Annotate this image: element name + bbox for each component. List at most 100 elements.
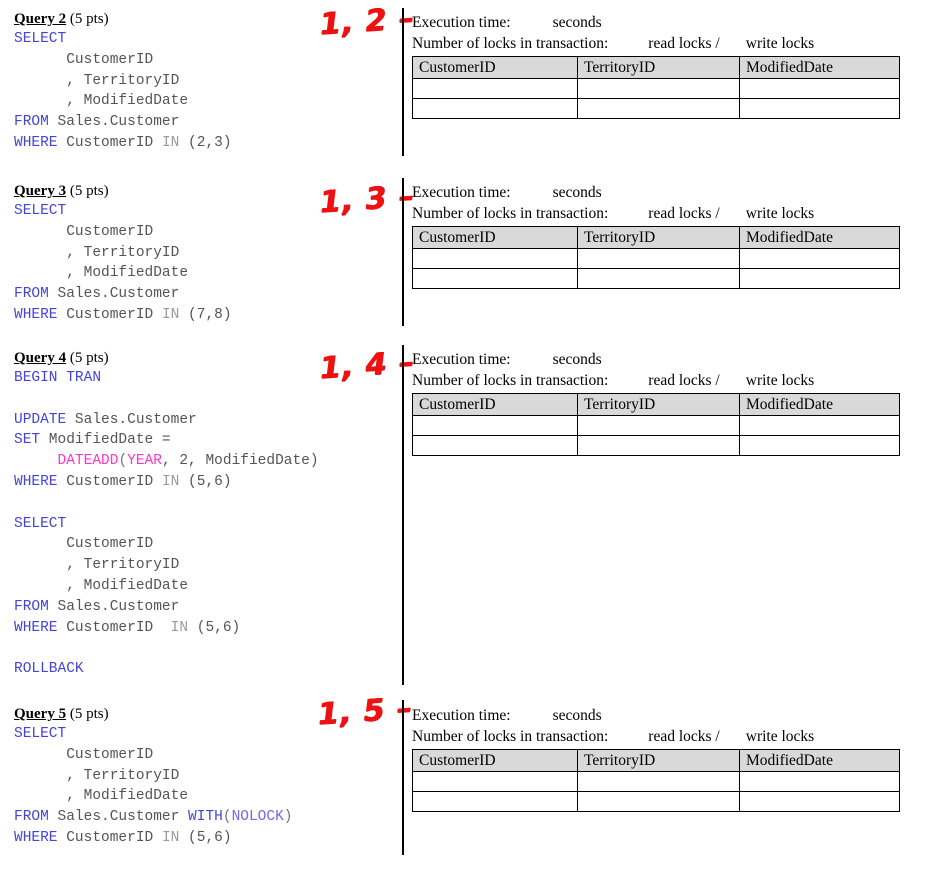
code-token: SELECT <box>14 515 67 532</box>
table-cell[interactable] <box>412 771 578 792</box>
table-header-row: CustomerID TerritoryID ModifiedDate <box>412 749 900 772</box>
result-panel: Execution time: seconds Number of locks in… <box>412 349 912 456</box>
code-token: SET <box>14 432 41 449</box>
table-row <box>412 78 900 99</box>
code-token: SELECT <box>14 203 67 219</box>
code-token: (2,3) <box>179 134 232 151</box>
column-header: ModifiedDate <box>739 393 900 416</box>
table-cell[interactable] <box>577 415 740 436</box>
column-header: TerritoryID <box>577 393 740 416</box>
sql-code: SELECT CustomerID , TerritoryID , Modifi… <box>14 29 304 154</box>
handwritten-annotation: 1, 5 – <box>316 690 415 733</box>
table-row <box>412 771 900 792</box>
query-heading-name: Query 5 <box>14 706 67 722</box>
table-row <box>412 98 900 119</box>
code-token: , 2, ModifiedDate) <box>161 453 319 470</box>
table-cell[interactable] <box>577 791 740 812</box>
table-cell[interactable] <box>739 435 900 456</box>
table-cell[interactable] <box>412 98 578 119</box>
code-token: Sales.Customer <box>48 286 180 303</box>
code-line: UPDATE Sales.Customer <box>14 410 304 431</box>
table-cell[interactable] <box>739 771 900 792</box>
code-token: WHERE <box>14 134 58 151</box>
column-header: ModifiedDate <box>739 749 900 772</box>
table-cell[interactable] <box>412 268 578 289</box>
read-locks-label: read locks / <box>648 205 720 222</box>
code-token: CustomerID <box>57 134 162 151</box>
code-line: WHERE CustomerID IN (5,6) <box>14 472 304 493</box>
table-cell[interactable] <box>739 268 900 289</box>
query-source-query-2: Query 2 (5 pts) SELECT CustomerID , Terri… <box>14 10 304 154</box>
locks-label: Number of locks in transaction: <box>412 372 609 389</box>
query-heading-points: (5 pts) <box>66 350 109 366</box>
locks-label: Number of locks in transaction: <box>412 35 609 52</box>
execution-time-line: Execution time: seconds <box>412 349 912 370</box>
table-cell[interactable] <box>739 78 900 99</box>
table-header-row: CustomerID TerritoryID ModifiedDate <box>412 226 900 249</box>
table-cell[interactable] <box>739 248 900 269</box>
table-cell[interactable] <box>577 435 740 456</box>
code-line: , TerritoryID <box>14 766 304 787</box>
code-token: FROM <box>14 114 49 131</box>
table-cell[interactable] <box>577 98 740 119</box>
code-token: (5,6) <box>179 473 232 490</box>
code-line: CustomerID <box>14 745 304 766</box>
table-cell[interactable] <box>412 248 578 269</box>
table-cell[interactable] <box>739 791 900 812</box>
code-token: FROM <box>14 809 49 826</box>
query-source-query-5: Query 5 (5 pts) SELECT CustomerID , Terri… <box>14 705 304 849</box>
column-divider <box>402 178 404 326</box>
locks-line: Number of locks in transaction: read lock… <box>412 726 912 747</box>
column-header: ModifiedDate <box>739 226 900 249</box>
query-heading: Query 5 (5 pts) <box>14 705 304 723</box>
execution-time-unit: seconds <box>552 184 602 201</box>
code-token: (5,6) <box>179 829 232 846</box>
code-token: WITH <box>188 809 223 826</box>
code-token: Sales.Customer <box>48 114 180 131</box>
column-header: TerritoryID <box>577 226 740 249</box>
read-locks-label: read locks / <box>648 372 720 389</box>
table-cell[interactable] <box>739 415 900 436</box>
code-token: IN <box>161 306 180 323</box>
table-cell[interactable] <box>577 771 740 792</box>
table-cell[interactable] <box>412 435 578 456</box>
code-token: IN <box>170 619 189 636</box>
code-token: Sales.Customer <box>48 598 180 615</box>
code-token: SELECT <box>14 726 67 742</box>
code-token: , TerritoryID <box>14 557 180 574</box>
column-header: TerritoryID <box>577 749 740 772</box>
code-line: DATEADD(YEAR, 2, ModifiedDate) <box>14 451 319 472</box>
column-header: CustomerID <box>412 393 578 416</box>
table-cell[interactable] <box>577 78 740 99</box>
locks-line: Number of locks in transaction: read lock… <box>412 33 912 54</box>
code-token: (5,6) <box>188 619 241 636</box>
code-token: NOLOCK <box>231 809 284 826</box>
code-token: CustomerID <box>57 829 162 846</box>
table-cell[interactable] <box>412 415 578 436</box>
result-panel: Execution time: seconds Number of locks in… <box>412 182 912 289</box>
table-cell[interactable] <box>412 78 578 99</box>
code-line: CustomerID <box>14 534 304 555</box>
table-cell[interactable] <box>577 248 740 269</box>
query-heading-points: (5 pts) <box>66 11 109 27</box>
results-table: CustomerID TerritoryID ModifiedDate <box>412 393 900 456</box>
code-line: , TerritoryID <box>14 243 304 264</box>
table-cell[interactable] <box>412 791 578 812</box>
code-token: ) <box>283 809 293 826</box>
code-line: , ModifiedDate <box>14 91 304 112</box>
code-line: CustomerID <box>14 222 304 243</box>
code-token: FROM <box>14 286 49 303</box>
table-cell[interactable] <box>577 268 740 289</box>
table-row <box>412 415 900 436</box>
query-heading-points: (5 pts) <box>66 706 109 722</box>
code-line: , TerritoryID <box>14 71 304 92</box>
code-token: CustomerID <box>14 223 154 240</box>
code-token: ( <box>222 809 232 826</box>
query-source-query-3: Query 3 (5 pts) SELECT CustomerID , Terri… <box>14 182 304 326</box>
code-token: ROLLBACK <box>14 661 84 678</box>
result-panel: Execution time: seconds Number of locks in… <box>412 12 912 119</box>
table-cell[interactable] <box>739 98 900 119</box>
column-header: CustomerID <box>412 749 578 772</box>
code-line: , ModifiedDate <box>14 576 304 597</box>
